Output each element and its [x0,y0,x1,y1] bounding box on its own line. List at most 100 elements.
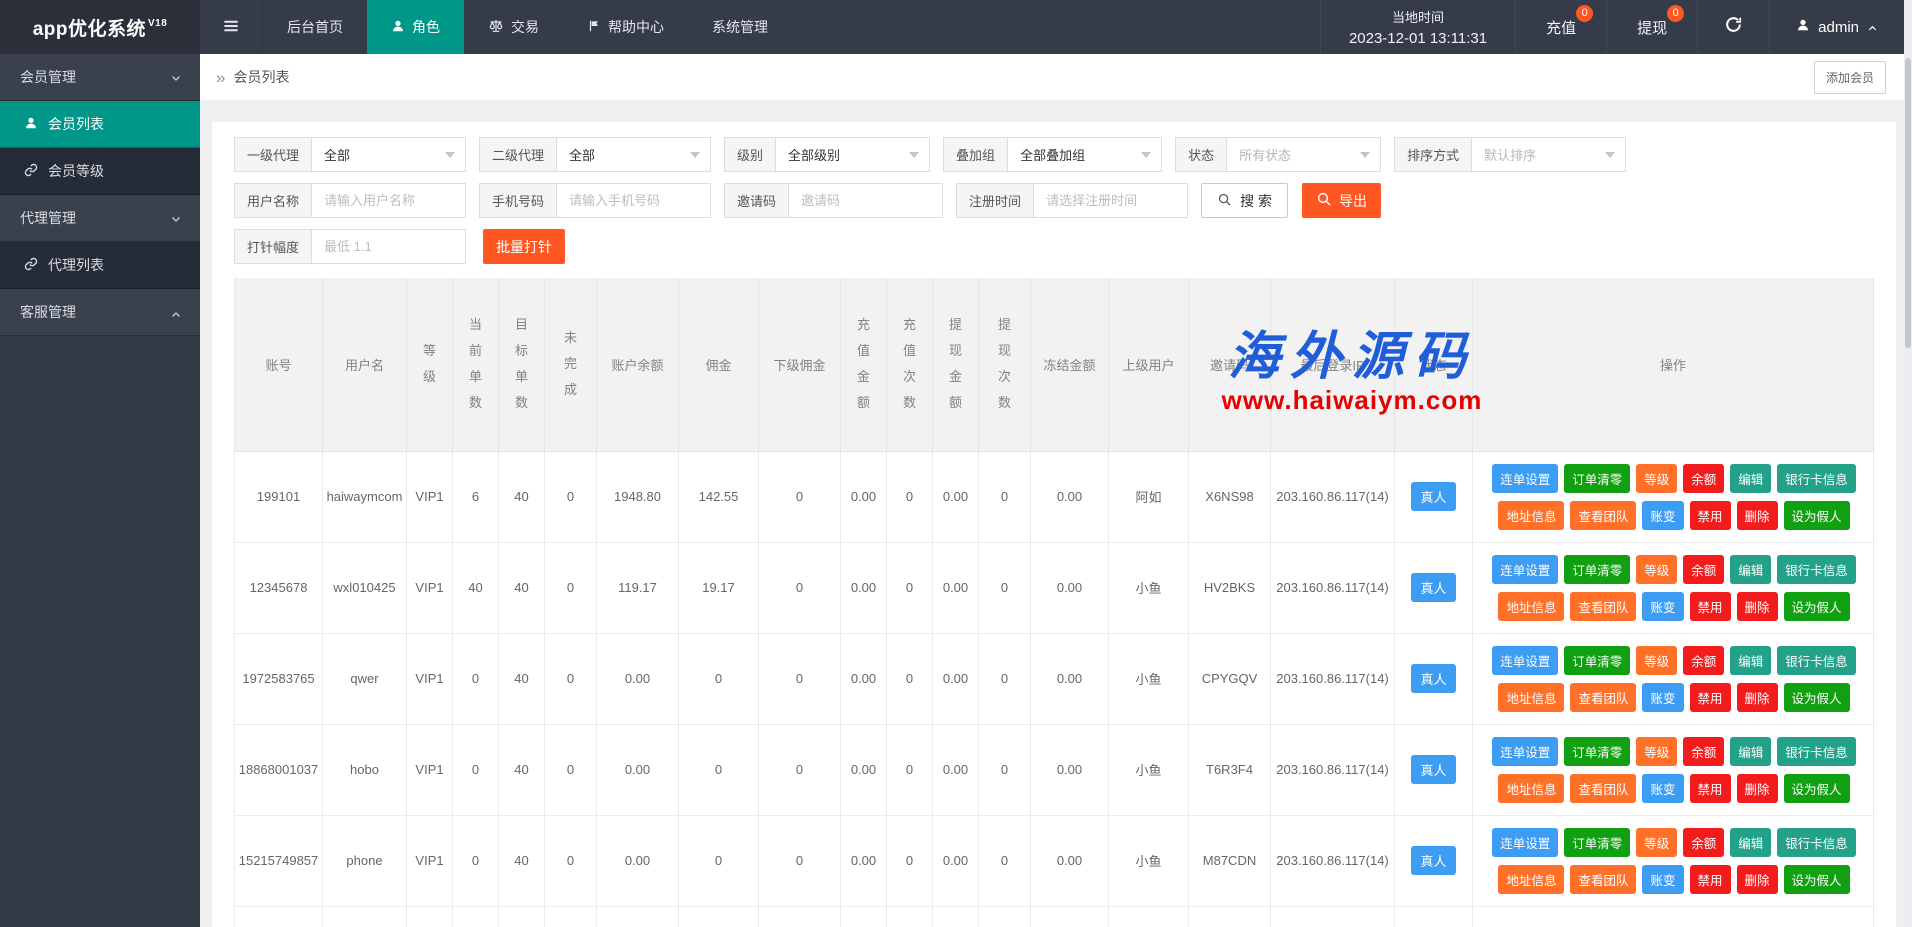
bank-card-info-button[interactable]: 银行卡信息 [1777,464,1856,493]
level2-agent-select[interactable]: 全部 [556,137,711,172]
export-button[interactable]: 导出 [1302,183,1381,218]
status-badge[interactable]: 真人 [1411,664,1455,693]
sidebar-item-agent-management[interactable]: 代理管理 [0,195,200,242]
view-team-button[interactable]: 查看团队 [1570,774,1636,803]
level-button[interactable]: 等级 [1636,828,1677,857]
nav-item-dashboard[interactable]: 后台首页 [263,0,367,54]
scrollbar-thumb[interactable] [1905,58,1911,348]
add-member-button[interactable]: 添加会员 [1814,61,1886,94]
status-badge[interactable]: 真人 [1411,573,1455,602]
edit-button[interactable]: 编辑 [1730,646,1771,675]
refresh-button[interactable] [1697,0,1769,54]
nav-item-help-center[interactable]: 帮助中心 [563,0,688,54]
clear-orders-button[interactable]: 订单清零 [1564,828,1630,857]
disable-button[interactable]: 禁用 [1690,865,1731,894]
clear-orders-button[interactable]: 订单清零 [1564,737,1630,766]
page-scrollbar[interactable] [1904,0,1912,927]
set-fake-button[interactable]: 设为假人 [1784,592,1850,621]
clear-orders-button[interactable]: 订单清零 [1564,555,1630,584]
status-badge[interactable]: 真人 [1411,482,1455,511]
delete-button[interactable]: 删除 [1737,683,1778,712]
view-team-button[interactable]: 查看团队 [1570,501,1636,530]
level-button[interactable]: 等级 [1636,464,1677,493]
balance-button[interactable]: 余额 [1683,646,1724,675]
admin-user-menu[interactable]: admin [1769,0,1904,54]
invite-code-input[interactable] [788,183,943,218]
level1-agent-select[interactable]: 全部 [311,137,466,172]
status-badge[interactable]: 真人 [1411,755,1455,784]
chain-order-settings-button[interactable]: 连单设置 [1492,646,1558,675]
clear-orders-button[interactable]: 订单清零 [1564,464,1630,493]
edit-button[interactable]: 编辑 [1730,737,1771,766]
disable-button[interactable]: 禁用 [1690,683,1731,712]
chain-order-settings-button[interactable]: 连单设置 [1492,464,1558,493]
level-select[interactable]: 全部级别 [775,137,930,172]
sidebar-item-support-management[interactable]: 客服管理 [0,289,200,336]
bank-card-info-button[interactable]: 银行卡信息 [1777,828,1856,857]
delete-button[interactable]: 删除 [1737,865,1778,894]
recharge-nav-button[interactable]: 充值 0 [1515,0,1606,54]
account-change-button[interactable]: 账变 [1642,774,1683,803]
disable-button[interactable]: 禁用 [1690,774,1731,803]
username-input[interactable] [311,183,466,218]
edit-button[interactable]: 编辑 [1730,464,1771,493]
cell-target_orders: 40 [499,451,545,542]
balance-button[interactable]: 余额 [1683,555,1724,584]
nav-item-trade[interactable]: 交易 [464,0,563,54]
edit-button[interactable]: 编辑 [1730,555,1771,584]
sidebar-toggle-button[interactable] [200,0,263,54]
view-team-button[interactable]: 查看团队 [1570,592,1636,621]
set-fake-button[interactable]: 设为假人 [1784,501,1850,530]
chain-order-settings-button[interactable]: 连单设置 [1492,828,1558,857]
inject-range-input[interactable] [311,229,466,264]
stack-group-select[interactable]: 全部叠加组 [1007,137,1162,172]
nav-item-system[interactable]: 系统管理 [688,0,792,54]
bank-card-info-button[interactable]: 银行卡信息 [1777,555,1856,584]
account-change-button[interactable]: 账变 [1642,501,1683,530]
account-change-button[interactable]: 账变 [1642,865,1683,894]
status-badge[interactable]: 真人 [1411,846,1455,875]
sort-select[interactable]: 默认排序 [1471,137,1626,172]
sidebar-item-agent-list[interactable]: 代理列表 [0,242,200,289]
bank-card-info-button[interactable]: 银行卡信息 [1777,646,1856,675]
search-button[interactable]: 搜 索 [1201,183,1288,218]
delete-button[interactable]: 删除 [1737,592,1778,621]
level-button[interactable]: 等级 [1636,737,1677,766]
delete-button[interactable]: 删除 [1737,501,1778,530]
balance-button[interactable]: 余额 [1683,464,1724,493]
balance-button[interactable]: 余额 [1683,828,1724,857]
sidebar-item-member-level[interactable]: 会员等级 [0,148,200,195]
account-change-button[interactable]: 账变 [1642,592,1683,621]
set-fake-button[interactable]: 设为假人 [1784,683,1850,712]
view-team-button[interactable]: 查看团队 [1570,865,1636,894]
address-info-button[interactable]: 地址信息 [1498,501,1564,530]
sidebar-item-member-management[interactable]: 会员管理 [0,54,200,101]
address-info-button[interactable]: 地址信息 [1498,774,1564,803]
clear-orders-button[interactable]: 订单清零 [1564,646,1630,675]
chain-order-settings-button[interactable]: 连单设置 [1492,737,1558,766]
register-time-input[interactable] [1033,183,1188,218]
level-button[interactable]: 等级 [1636,555,1677,584]
view-team-button[interactable]: 查看团队 [1570,683,1636,712]
level-button[interactable]: 等级 [1636,646,1677,675]
phone-input[interactable] [556,183,711,218]
chain-order-settings-button[interactable]: 连单设置 [1492,555,1558,584]
withdraw-nav-button[interactable]: 提现 0 [1606,0,1697,54]
disable-button[interactable]: 禁用 [1690,592,1731,621]
bank-card-info-button[interactable]: 银行卡信息 [1777,737,1856,766]
status-select[interactable]: 所有状态 [1226,137,1381,172]
batch-inject-button[interactable]: 批量打针 [483,229,565,264]
account-change-button[interactable]: 账变 [1642,683,1683,712]
disable-button[interactable]: 禁用 [1690,501,1731,530]
edit-button[interactable]: 编辑 [1730,828,1771,857]
cell-empty [887,906,933,927]
address-info-button[interactable]: 地址信息 [1498,865,1564,894]
balance-button[interactable]: 余额 [1683,737,1724,766]
address-info-button[interactable]: 地址信息 [1498,683,1564,712]
delete-button[interactable]: 删除 [1737,774,1778,803]
sidebar-item-member-list[interactable]: 会员列表 [0,101,200,148]
set-fake-button[interactable]: 设为假人 [1784,865,1850,894]
set-fake-button[interactable]: 设为假人 [1784,774,1850,803]
address-info-button[interactable]: 地址信息 [1498,592,1564,621]
nav-item-roles[interactable]: 角色 [367,0,464,54]
